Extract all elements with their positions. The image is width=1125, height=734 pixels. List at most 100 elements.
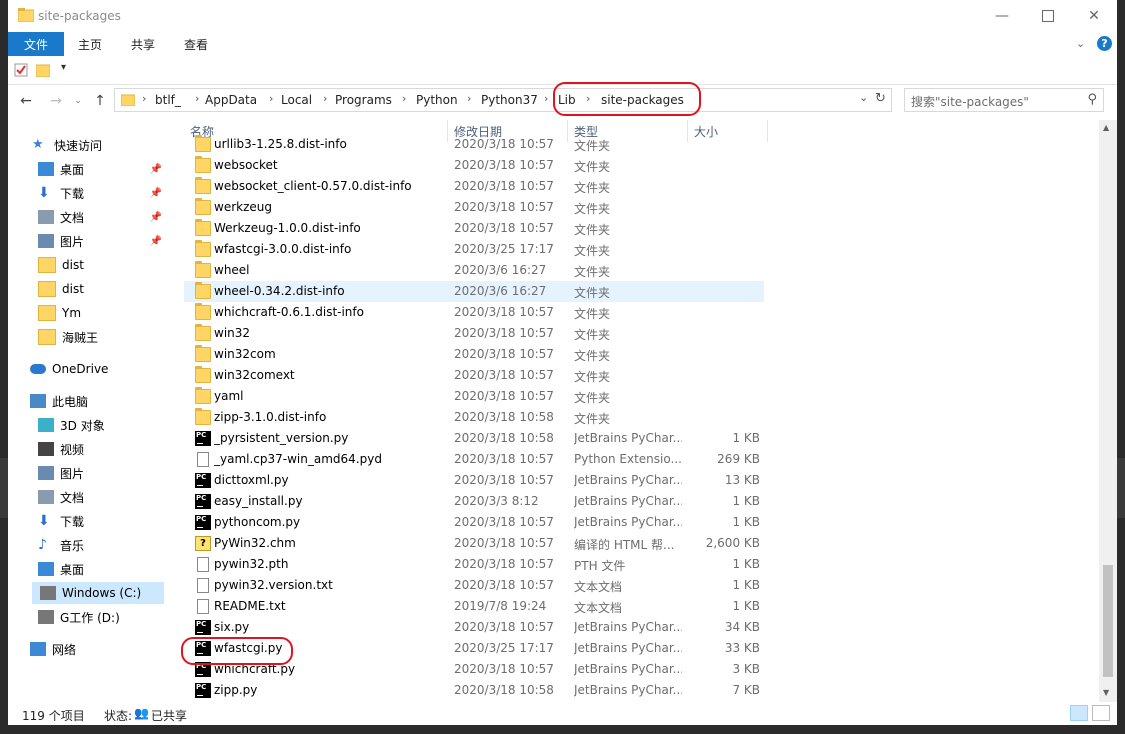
minimize-button[interactable]: —: [979, 0, 1025, 32]
breadcrumb-lib[interactable]: Lib: [558, 93, 576, 107]
pin-icon[interactable]: 📌: [150, 164, 162, 175]
table-row[interactable]: PC easy_install.py 2020/3/3 8:12 JetBrains …: [184, 491, 764, 512]
table-row[interactable]: PC whichcraft.py 2020/3/18 10:57 JetBrains …: [184, 659, 764, 680]
table-row[interactable]: werkzeug 2020/3/18 10:57 文件夹: [184, 197, 764, 218]
table-row[interactable]: pywin32.version.txt 2020/3/18 10:57 文本文档 1 …: [184, 575, 764, 596]
tab-share[interactable]: 共享: [131, 32, 155, 56]
table-row[interactable]: wheel 2020/3/6 16:27 文件夹: [184, 260, 764, 281]
sidebar-item-4[interactable]: 图片 📌: [8, 230, 168, 252]
scroll-up-icon[interactable]: ▲: [1103, 123, 1109, 132]
sidebar-item-5[interactable]: dist: [8, 254, 168, 276]
address-bar[interactable]: › btlf_ › AppData › Local › Programs › P…: [114, 88, 892, 112]
maximize-button[interactable]: [1025, 0, 1071, 32]
table-row[interactable]: ? PyWin32.chm 2020/3/18 10:57 编译的 HTML 帮...…: [184, 533, 764, 554]
breadcrumb-separator-icon[interactable]: ›: [467, 92, 471, 105]
sidebar-item-20[interactable]: 网络: [8, 638, 168, 660]
table-row[interactable]: Werkzeug-1.0.0.dist-info 2020/3/18 10:57 文…: [184, 218, 764, 239]
scroll-down-icon[interactable]: ▼: [1103, 688, 1109, 697]
document-icon: [38, 490, 54, 504]
sidebar-item-10[interactable]: 此电脑: [8, 390, 168, 412]
table-row[interactable]: whichcraft-0.6.1.dist-info 2020/3/18 10:5…: [184, 302, 764, 323]
forward-arrow-icon[interactable]: →: [48, 93, 64, 109]
breadcrumb-appdata[interactable]: AppData: [205, 93, 257, 107]
table-row[interactable]: zipp-3.1.0.dist-info 2020/3/18 10:58 文件夹: [184, 407, 764, 428]
breadcrumb-python[interactable]: Python: [416, 93, 458, 107]
breadcrumb-local[interactable]: Local: [281, 93, 312, 107]
sidebar-item-6[interactable]: dist: [8, 278, 168, 300]
expand-ribbon-icon[interactable]: ⌄: [1076, 37, 1085, 50]
tab-home[interactable]: 主页: [78, 32, 102, 56]
sidebar-item-16[interactable]: ♪ 音乐: [8, 534, 168, 556]
breadcrumb-programs[interactable]: Programs: [335, 93, 392, 107]
vertical-scrollbar[interactable]: ▲ ▼: [1099, 120, 1117, 702]
table-row[interactable]: PC wfastcgi.py 2020/3/25 17:17 JetBrains Py…: [184, 638, 764, 659]
table-row[interactable]: websocket_client-0.57.0.dist-info 2020/3/…: [184, 176, 764, 197]
table-row[interactable]: PC six.py 2020/3/18 10:57 JetBrains PyChar.…: [184, 617, 764, 638]
new-folder-icon[interactable]: [36, 63, 50, 77]
details-view-button[interactable]: [1070, 705, 1088, 721]
sidebar-item-12[interactable]: 视频: [8, 438, 168, 460]
table-row[interactable]: win32comext 2020/3/18 10:57 文件夹: [184, 365, 764, 386]
customize-toolbar-icon[interactable]: ▾: [61, 62, 66, 73]
breadcrumb-separator-icon[interactable]: ›: [323, 92, 327, 105]
table-row[interactable]: _yaml.cp37-win_amd64.pyd 2020/3/18 10:57 P…: [184, 449, 764, 470]
close-button[interactable]: ✕: [1071, 0, 1117, 32]
help-icon[interactable]: ?: [1097, 36, 1112, 51]
table-row[interactable]: wfastcgi-3.0.0.dist-info 2020/3/25 17:17 文…: [184, 239, 764, 260]
video-icon: [38, 442, 54, 456]
folder-icon: [195, 303, 211, 320]
sidebar-item-11[interactable]: 3D 对象: [8, 414, 168, 436]
sort-ascending-icon: ⌃: [319, 120, 327, 124]
table-row[interactable]: pywin32.pth 2020/3/18 10:57 PTH 文件 1 KB: [184, 554, 764, 575]
scrollbar-thumb[interactable]: [1103, 565, 1113, 677]
sidebar-item-1[interactable]: 桌面 📌: [8, 158, 168, 180]
properties-icon[interactable]: [14, 63, 28, 77]
sidebar-item-18[interactable]: Windows (C:): [32, 582, 164, 604]
up-arrow-icon[interactable]: ↑: [92, 93, 108, 109]
table-row[interactable]: wheel-0.34.2.dist-info 2020/3/6 16:27 文件夹: [184, 281, 764, 302]
refresh-icon[interactable]: ↻: [875, 91, 886, 106]
breadcrumb-separator-icon[interactable]: ›: [269, 92, 273, 105]
breadcrumb-python37[interactable]: Python37: [481, 93, 538, 107]
sidebar-item-19[interactable]: G工作 (D:): [8, 606, 168, 628]
table-row[interactable]: yaml 2020/3/18 10:57 文件夹: [184, 386, 764, 407]
back-arrow-icon[interactable]: ←: [18, 93, 34, 109]
table-row[interactable]: PC pythoncom.py 2020/3/18 10:57 JetBrains P…: [184, 512, 764, 533]
recent-locations-icon[interactable]: ⌄: [70, 93, 86, 109]
breadcrumb-separator-icon[interactable]: ›: [544, 92, 548, 105]
search-input[interactable]: 搜索"site-packages" ⚲: [904, 88, 1104, 112]
large-icons-view-button[interactable]: [1092, 705, 1110, 721]
sidebar-item-13[interactable]: 图片: [8, 462, 168, 484]
sidebar-item-14[interactable]: 文档: [8, 486, 168, 508]
breadcrumb-separator-icon[interactable]: ›: [195, 92, 199, 105]
pin-icon[interactable]: 📌: [150, 188, 162, 199]
breadcrumb-btlf[interactable]: btlf_: [155, 93, 181, 107]
table-row[interactable]: urllib3-1.25.8.dist-info 2020/3/18 10:57 文…: [184, 134, 764, 155]
table-row[interactable]: PC dicttoxml.py 2020/3/18 10:57 JetBrains P…: [184, 470, 764, 491]
tab-view[interactable]: 查看: [184, 32, 208, 56]
sidebar-item-7[interactable]: Ym: [8, 302, 168, 324]
sidebar-item-3[interactable]: 文档 📌: [8, 206, 168, 228]
breadcrumb-separator-icon[interactable]: ›: [402, 92, 406, 105]
breadcrumb-separator-icon[interactable]: ›: [142, 92, 146, 105]
sidebar-item-8[interactable]: 海贼王: [8, 326, 168, 348]
pin-icon[interactable]: 📌: [150, 236, 162, 247]
search-icon[interactable]: ⚲: [1087, 92, 1097, 107]
sidebar-item-0[interactable]: ★ 快速访问: [8, 134, 168, 156]
table-row[interactable]: PC zipp.py 2020/3/18 10:58 JetBrains PyChar…: [184, 680, 764, 701]
table-row[interactable]: win32 2020/3/18 10:57 文件夹: [184, 323, 764, 344]
table-row[interactable]: README.txt 2019/7/8 19:24 文本文档 1 KB: [184, 596, 764, 617]
sidebar-item-2[interactable]: ⬇ 下载 📌: [8, 182, 168, 204]
table-row[interactable]: websocket 2020/3/18 10:57 文件夹: [184, 155, 764, 176]
sidebar-item-17[interactable]: 桌面: [8, 558, 168, 580]
address-dropdown-icon[interactable]: ⌄: [859, 91, 868, 104]
sidebar-item-15[interactable]: ⬇ 下载: [8, 510, 168, 532]
table-row[interactable]: PC _pyrsistent_version.py 2020/3/18 10:58 J…: [184, 428, 764, 449]
pin-icon[interactable]: 📌: [150, 212, 162, 223]
sidebar-item-9[interactable]: OneDrive: [8, 358, 168, 380]
table-row[interactable]: win32com 2020/3/18 10:57 文件夹: [184, 344, 764, 365]
breadcrumb-site-packages[interactable]: site-packages: [601, 93, 684, 107]
tab-file[interactable]: 文件: [8, 32, 64, 56]
sidebar-item-label: 下载: [60, 186, 85, 201]
breadcrumb-separator-icon[interactable]: ›: [586, 92, 590, 105]
